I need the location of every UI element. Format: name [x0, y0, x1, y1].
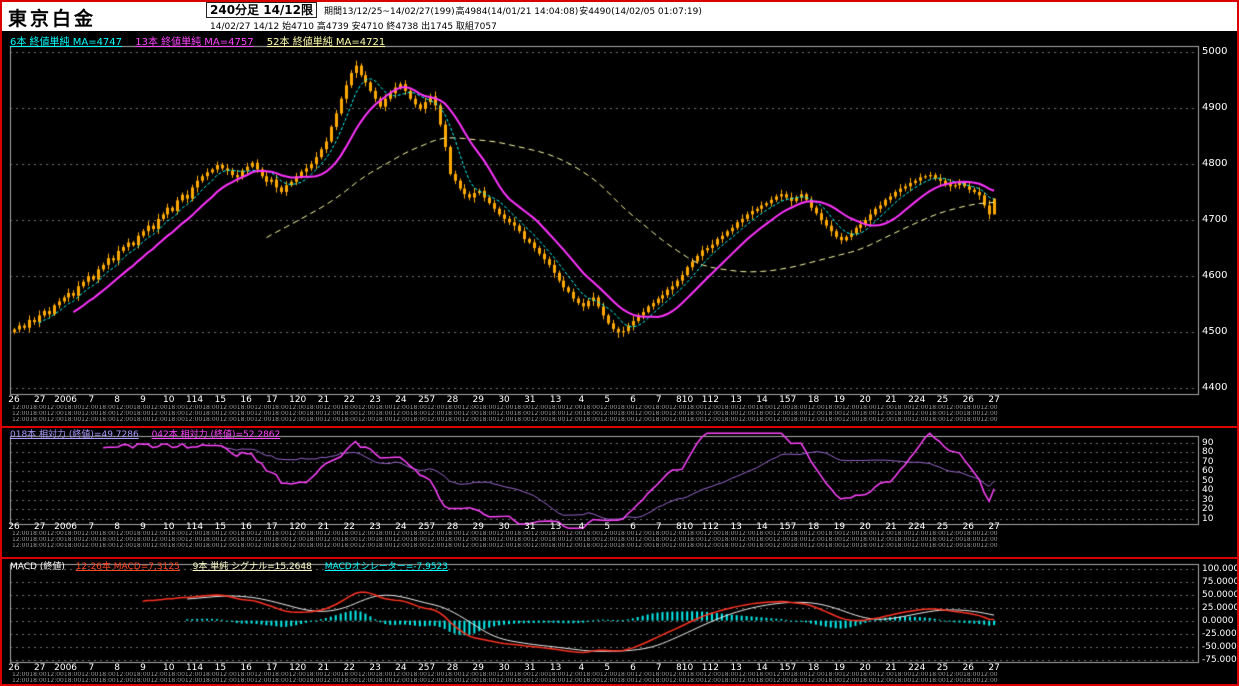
macd-line-legend: 12-26本 MACD=7.3125	[75, 562, 180, 572]
rsi-legend: 018本 相対力 (終値)=49.7286 042本 相対力 (終値)=52.2…	[10, 427, 290, 440]
macd-signal-legend: 9本 単純 シグナル=15.2648	[192, 562, 312, 572]
macd-legend: MACD (終値) 12-26本 MACD=7.3125 9本 単純 シグナル=…	[10, 559, 458, 572]
macd-osc-legend: MACDオシレーター=-7.9523	[324, 562, 449, 572]
ma13-legend: 13本 終値単純 MA=4757	[135, 37, 254, 48]
ma6-legend: 6本 終値単純 MA=4747	[10, 37, 123, 48]
header-bar: 東京白金 240分足 14/12限 期間13/12/25~14/02/27(19…	[2, 2, 1237, 32]
main-chart-legend: 6本 終値単純 MA=4747 13本 終値単純 MA=4757 52本 終値単…	[10, 33, 395, 48]
timeframe-contract: 240分足 14/12限	[206, 2, 318, 18]
macd-legend-title: MACD (終値)	[10, 562, 65, 572]
instrument-title: 東京白金	[8, 8, 97, 30]
period-range: 期間13/12/25~14/02/27(199)	[324, 7, 455, 17]
period-info: 期間13/12/25~14/02/27(199)高4984(14/01/21 1…	[324, 4, 703, 17]
chart-canvas[interactable]	[2, 2, 1237, 684]
ma52-legend: 52本 終値単純 MA=4721	[266, 37, 386, 48]
last-quote-info: 14/02/27 14/12 始4710 高4739 安4710 終4738 出…	[210, 22, 497, 32]
trading-chart-window: 5000 4900 4800 4700 4600 4500 4400 90 80 70 60 50 40…	[0, 0, 1239, 686]
rsi18-legend: 018本 相対力 (終値)=49.7286	[10, 430, 139, 440]
rsi42-legend: 042本 相対力 (終値)=52.2862	[151, 430, 281, 440]
panel-separator	[2, 426, 1237, 428]
panel-separator	[2, 557, 1237, 559]
period-high: 高4984(14/01/21 14:04:08)	[455, 7, 579, 17]
period-low: 安4490(14/02/05 01:07:19)	[579, 7, 702, 17]
